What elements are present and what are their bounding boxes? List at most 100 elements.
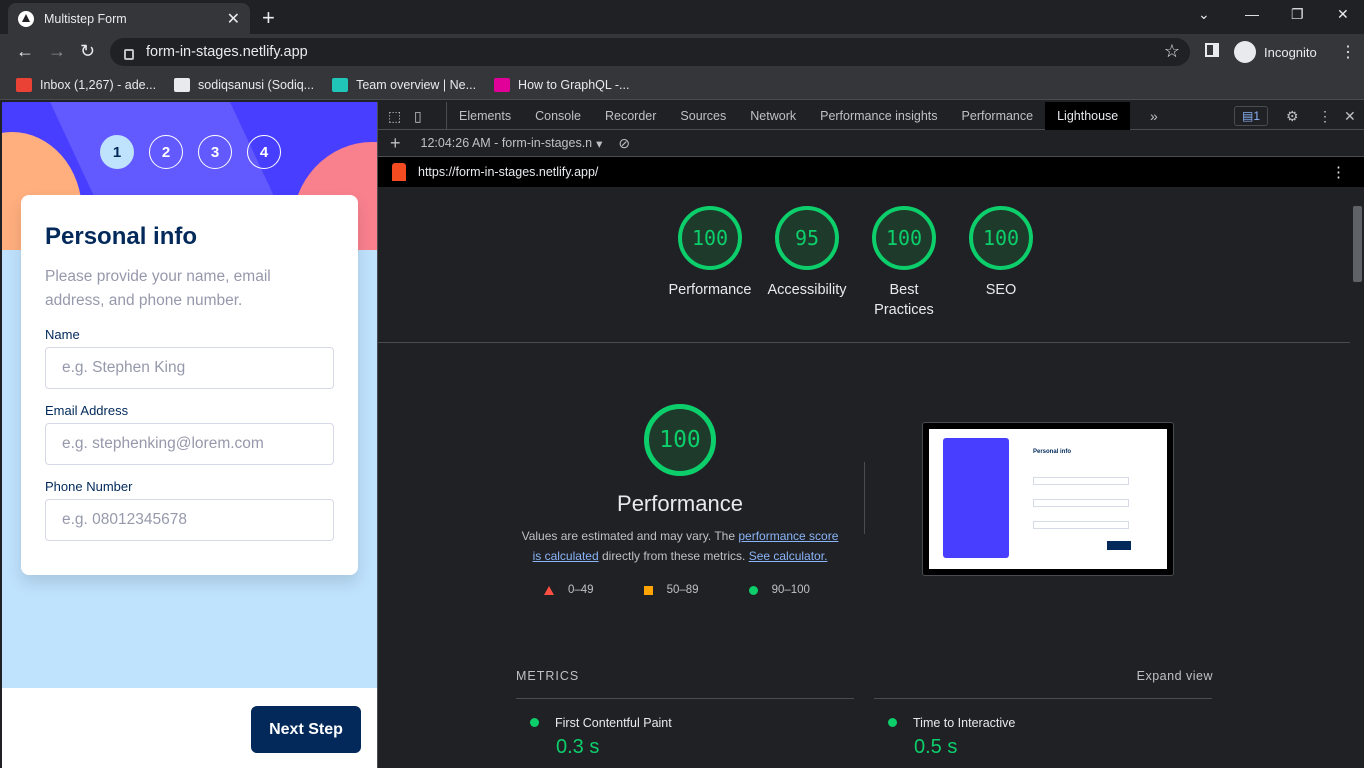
bookmark-item[interactable]: Inbox (1,267) - ade... [16,77,157,92]
report-scrollbar[interactable] [1350,188,1364,768]
more-tabs-icon[interactable]: » [1150,108,1158,124]
lock-icon[interactable] [124,48,134,60]
devtools-tabbar: ⬚ ▯ Elements Console Recorder Sources Networ… [378,102,1364,130]
clear-reports-icon[interactable]: ⊘ [618,135,630,152]
inspect-icon[interactable]: ⬚ [388,108,401,125]
score-label: Accessibility [767,282,847,298]
issues-badge[interactable]: ▤ 1 [1234,106,1268,126]
address-url: form-in-stages.netlify.app [146,44,308,60]
restore-icon[interactable]: ❐ [1291,6,1304,23]
legend-average-label: 50–89 [666,584,699,596]
thumb-sidebar [943,438,1009,558]
see-calculator-link[interactable]: See calculator. [749,549,828,563]
thumb-input [1033,499,1129,507]
devtools-tab-performance[interactable]: Performance [950,102,1046,130]
legend-pass: 90–100 [748,584,810,596]
close-tab-icon[interactable]: ✕ [227,9,240,29]
gmail-icon [16,77,32,92]
score-label: Performance [668,282,752,298]
score-ring: 95 [775,206,839,270]
name-label: Name [45,327,80,342]
forward-icon[interactable]: → [48,41,66,62]
score-gauge[interactable]: 100 SEO [959,206,1043,320]
score-gauge[interactable]: 100 Performance [668,206,752,320]
incognito-label: Incognito [1264,44,1317,60]
step-2-indicator: 2 [149,135,183,169]
devtools-menu-icon[interactable]: ⋮ [1318,108,1332,125]
incognito-icon [1234,41,1256,63]
bookmark-label: sodiqsanusi (Sodiq... [198,77,315,92]
pass-circle-icon [530,718,539,727]
netlify-icon [332,77,349,92]
bookmark-item[interactable]: Team overview | Ne... [332,77,476,92]
lighthouse-icon [392,163,406,181]
close-devtools-icon[interactable]: ✕ [1344,108,1356,125]
new-tab-icon[interactable]: + [262,5,275,31]
thumb-button [1107,541,1131,550]
report-dropdown-icon[interactable]: ▾ [596,136,602,151]
final-screenshot-thumbnail[interactable]: Personal info [922,422,1174,576]
lighthouse-toolbar: + 12:04:26 AM - form-in-stages.n ▾ ⊘ [378,130,1364,157]
metric-value: 0.3 s [556,736,600,758]
score-gauge[interactable]: 100 Best Practices [862,206,946,320]
form-card: Personal info Please provide your name, … [21,195,358,575]
step-3-indicator: 3 [198,135,232,169]
address-bar[interactable]: form-in-stages.netlify.app ☆ [110,38,1190,66]
close-window-icon[interactable]: ✕ [1337,6,1349,23]
score-ring: 100 [678,206,742,270]
email-input[interactable]: e.g. stephenking@lorem.com [45,423,334,465]
browser-menu-icon[interactable]: ⋮ [1340,42,1356,62]
phone-input[interactable]: e.g. 08012345678 [45,499,334,541]
browser-tab[interactable]: Multistep Form ✕ [8,3,250,34]
desc-text-2: directly from these metrics. [598,549,749,563]
devtools-tab-lighthouse[interactable]: Lighthouse [1045,102,1131,130]
metric-fcp: First Contentful Paint 0.3 s [530,716,672,759]
device-toggle-icon[interactable]: ▯ [414,108,422,125]
bookmark-item[interactable]: How to GraphQL -... [494,77,629,92]
legend-fail: 0–49 [544,584,594,596]
form-footer: Next Step [2,688,377,768]
fail-triangle-icon [544,585,554,595]
bookmark-label: Inbox (1,267) - ade... [40,77,157,92]
form-title: Personal info [45,223,198,250]
metrics-divider [874,698,1212,699]
devtools-tab-console[interactable]: Console [523,102,593,130]
lighthouse-report: 100 Performance 95 Accessibility 100 Best Pra… [378,188,1350,768]
desc-text-1: Values are estimated and may vary. The [521,529,739,543]
incognito-indicator[interactable]: Incognito [1234,39,1317,65]
report-url-bar: https://form-in-stages.netlify.app/ ⋮ [378,157,1364,187]
name-input[interactable]: e.g. Stephen King [45,347,334,389]
devtools-tab-elements[interactable]: Elements [447,102,523,130]
metrics-divider [516,698,854,699]
tab-search-icon[interactable]: ⌄ [1198,6,1210,23]
expand-view-toggle[interactable]: Expand view [1137,669,1213,683]
minimize-icon[interactable]: — [1245,6,1259,22]
score-label: SEO [985,282,1017,298]
browser-toolbar: ← → ↻ form-in-stages.netlify.app ☆ Incog… [0,34,1364,70]
settings-gear-icon[interactable]: ⚙ [1286,108,1299,125]
reload-icon[interactable]: ↻ [80,41,95,62]
devtools-tab-performance-insights[interactable]: Performance insights [808,102,949,130]
vertical-divider [864,462,865,534]
score-legend: 0–49 50–89 90–100 [544,584,810,596]
form-subtitle: Please provide your name, email address,… [45,268,271,309]
report-url[interactable]: https://form-in-stages.netlify.app/ [418,165,598,179]
name-field: Name e.g. Stephen King [45,327,334,389]
score-gauge[interactable]: 95 Accessibility [765,206,849,320]
bookmark-star-icon[interactable]: ☆ [1164,41,1180,62]
metric-tti: Time to Interactive 0.5 s [888,716,1015,759]
report-menu-icon[interactable]: ⋮ [1331,163,1346,181]
next-step-button[interactable]: Next Step [251,706,361,753]
new-report-icon[interactable]: + [390,133,401,154]
divider [378,342,1350,343]
devtools-tab-recorder[interactable]: Recorder [593,102,668,130]
score-gauges: 100 Performance 95 Accessibility 100 Best Pra… [668,206,1043,320]
side-panel-icon[interactable] [1205,43,1219,57]
back-icon[interactable]: ← [16,41,34,62]
scrollbar-thumb[interactable] [1353,206,1362,282]
devtools-tab-network[interactable]: Network [738,102,808,130]
devtools-tab-sources[interactable]: Sources [668,102,738,130]
bookmark-item[interactable]: sodiqsanusi (Sodiq... [174,77,315,92]
devtools-panel: ⬚ ▯ Elements Console Recorder Sources Networ… [377,102,1364,768]
report-selector[interactable]: 12:04:26 AM - form-in-stages.n [421,136,593,150]
